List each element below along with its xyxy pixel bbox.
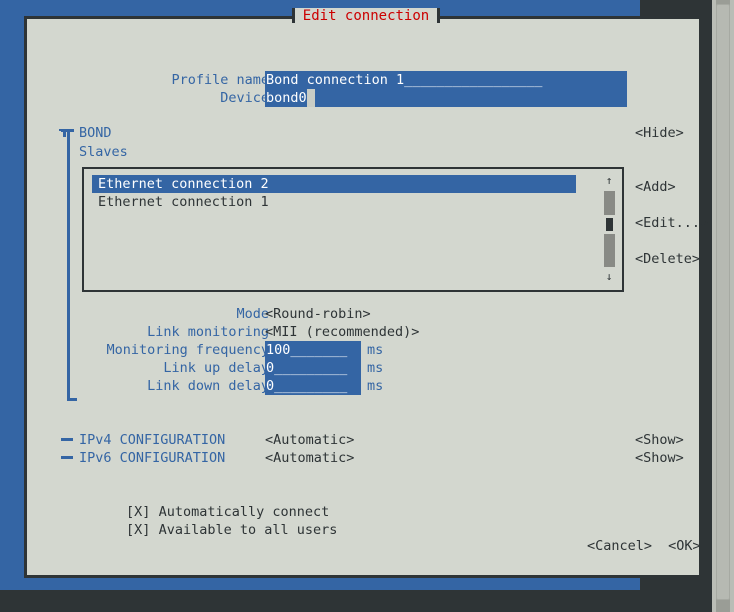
dialog-content: Profile name Bond connection 1__________…	[27, 19, 708, 575]
monitoring-frequency-value: 100	[266, 342, 291, 358]
ipv6-expander-icon[interactable]	[61, 456, 73, 459]
list-scrollbar[interactable]: ↑ ↓	[602, 174, 616, 284]
device-label: Device	[220, 90, 269, 106]
link-down-delay-label: Link down delay	[147, 378, 269, 394]
mode-row: Mode <Round-robin>	[27, 305, 699, 323]
monitoring-frequency-unit: ms	[367, 342, 384, 358]
ipv4-method-select[interactable]: <Automatic>	[265, 431, 354, 449]
link-up-delay-filler: _________	[274, 360, 348, 376]
bond-section-bracket-bottom	[67, 398, 77, 401]
automatically-connect-checkbox[interactable]: [X] Automatically connect	[61, 485, 329, 520]
terminal-scrollbar-thumb[interactable]	[716, 4, 730, 600]
terminal-window: Edit connection Profile name Bond connec…	[0, 0, 734, 612]
ipv4-expander-icon[interactable]	[61, 438, 73, 441]
link-up-delay-label: Link up delay	[163, 360, 269, 376]
monitoring-frequency-filler: _______	[290, 342, 348, 358]
link-up-delay-row: Link up delay 0_________ ms	[27, 359, 699, 377]
link-up-delay-unit: ms	[367, 360, 384, 376]
app-background-left-strip	[0, 0, 24, 596]
app-background-top-strip	[0, 0, 712, 16]
link-monitoring-label: Link monitoring	[147, 324, 269, 340]
ipv6-show-button[interactable]: <Show>	[635, 449, 684, 467]
monitoring-frequency-label: Monitoring frequency	[106, 342, 269, 358]
ipv6-method-select[interactable]: <Automatic>	[265, 449, 354, 467]
edit-connection-dialog: Edit connection Profile name Bond connec…	[24, 7, 708, 578]
profile-name-input[interactable]: Bond connection 1_________________	[265, 71, 627, 89]
ipv6-configuration-row: IPv6 CONFIGURATION <Automatic> <Show>	[27, 449, 699, 467]
ipv4-configuration-row: IPv4 CONFIGURATION <Automatic> <Show>	[27, 431, 699, 449]
link-monitoring-select[interactable]: <MII (recommended)>	[265, 323, 419, 341]
terminal-scrollbar[interactable]	[712, 0, 734, 612]
link-down-delay-filler: _________	[274, 378, 348, 394]
link-down-delay-unit: ms	[367, 378, 384, 394]
scrollbar-trough-upper[interactable]	[604, 191, 615, 215]
list-item[interactable]: Ethernet connection 1	[92, 193, 582, 211]
link-down-delay-value: 0	[266, 378, 275, 394]
hide-button[interactable]: <Hide>	[635, 124, 684, 142]
device-row: Device bond0	[27, 89, 699, 107]
cancel-button[interactable]: <Cancel>	[587, 538, 652, 554]
device-input[interactable]: bond0	[265, 89, 627, 107]
text-cursor	[306, 89, 315, 107]
checkbox-mark: [X]	[126, 522, 151, 538]
ipv4-show-button[interactable]: <Show>	[635, 431, 684, 449]
slaves-label: Slaves	[79, 144, 128, 160]
ipv6-configuration-label: IPv6 CONFIGURATION	[79, 450, 226, 466]
device-value: bond0	[266, 90, 307, 106]
available-to-all-users-checkbox[interactable]: [X] Available to all users	[61, 503, 337, 538]
link-up-delay-input[interactable]: 0_________	[265, 359, 361, 377]
scroll-up-arrow-icon[interactable]: ↑	[602, 174, 616, 188]
profile-name-value: Bond connection 1	[266, 72, 405, 88]
link-down-delay-row: Link down delay 0_________ ms	[27, 377, 699, 395]
profile-name-label: Profile name	[171, 72, 269, 88]
edit-slave-button[interactable]: <Edit...>	[635, 214, 708, 232]
slaves-list: Ethernet connection 2 Ethernet connectio…	[92, 175, 582, 211]
add-slave-button[interactable]: <Add>	[635, 178, 676, 196]
scroll-down-arrow-icon[interactable]: ↓	[602, 270, 616, 284]
ok-button[interactable]: <OK>	[668, 538, 701, 554]
slaves-listbox[interactable]: Ethernet connection 2 Ethernet connectio…	[82, 167, 624, 292]
profile-name-row: Profile name Bond connection 1__________…	[27, 71, 699, 89]
monitoring-frequency-row: Monitoring frequency 100_______ ms	[27, 341, 699, 359]
ipv4-configuration-label: IPv4 CONFIGURATION	[79, 432, 226, 448]
profile-name-filler: _________________	[404, 72, 543, 88]
mode-select[interactable]: <Round-robin>	[265, 305, 371, 323]
link-down-delay-input[interactable]: 0_________	[265, 377, 361, 395]
link-monitoring-row: Link monitoring <MII (recommended)>	[27, 323, 699, 341]
available-to-all-users-label: Available to all users	[158, 522, 338, 538]
scrollbar-trough-lower[interactable]	[604, 234, 615, 267]
bond-section-title: BOND	[79, 125, 112, 141]
scrollbar-thumb[interactable]	[606, 218, 613, 231]
checkbox-label-spacer	[150, 522, 158, 538]
terminal-background-bottom	[0, 590, 712, 612]
link-up-delay-value: 0	[266, 360, 275, 376]
collapse-expander-icon[interactable]	[59, 127, 71, 137]
delete-slave-button[interactable]: <Delete>	[635, 250, 700, 268]
list-item[interactable]: Ethernet connection 2	[92, 175, 576, 193]
dialog-action-buttons: <Cancel> <OK>	[587, 537, 701, 555]
monitoring-frequency-input[interactable]: 100_______	[265, 341, 361, 359]
